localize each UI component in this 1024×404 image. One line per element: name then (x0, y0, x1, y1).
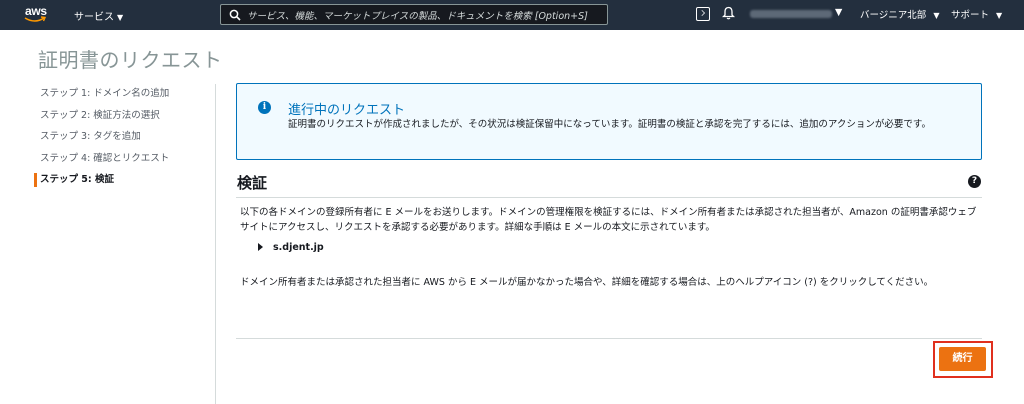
search-placeholder: サービス、機能、マーケットプレイスの製品、ドキュメントを検索 [Option+S… (247, 10, 588, 22)
support-menu[interactable]: サポート ▼ (951, 7, 1002, 21)
caret-down-icon: ▼ (996, 11, 1003, 20)
step-3-item[interactable]: ステップ 3: タグを追加 (34, 129, 216, 151)
account-name-blurred[interactable] (750, 10, 832, 18)
section-title: 検証 (237, 174, 268, 192)
region-selector[interactable]: バージニア北部 ▼ (860, 7, 940, 21)
help-icon[interactable]: ? (968, 175, 981, 188)
services-menu[interactable]: サービス ▼ (74, 8, 123, 23)
continue-button[interactable]: 続行 (939, 347, 986, 371)
alert-title: 進行中のリクエスト (288, 103, 406, 118)
step-2-item[interactable]: ステップ 2: 検証方法の選択 (34, 108, 216, 130)
bell-icon[interactable] (722, 6, 735, 20)
info-icon: i (258, 101, 271, 114)
caret-down-icon: ▼ (117, 13, 124, 22)
section-divider (236, 197, 982, 198)
step-4-item[interactable]: ステップ 4: 確認とリクエスト (34, 151, 216, 173)
info-alert: i 進行中のリクエスト 証明書のリクエストが作成されましたが、その状況は検証保留… (236, 83, 982, 160)
account-caret-icon[interactable]: ▼ (835, 7, 842, 18)
domain-name: s.djent.jp (273, 242, 324, 253)
alert-body: 証明書のリクエストが作成されましたが、その状況は検証保留中になっています。証明書… (288, 119, 931, 130)
verification-note: ドメイン所有者または承認された担当者に AWS から E メールが届かなかった場… (240, 277, 934, 288)
sidebar-divider (215, 84, 216, 404)
support-label: サポート (951, 10, 990, 21)
step-1-item[interactable]: ステップ 1: ドメイン名の追加 (34, 86, 216, 108)
verification-description: 以下の各ドメインの登録所有者に E メールをお送りします。ドメインの管理権限を検… (240, 207, 977, 233)
domain-expander[interactable]: s.djent.jp (258, 242, 324, 253)
step-5-item-active: ステップ 5: 検証 (34, 172, 216, 194)
aws-smile-icon (24, 16, 46, 22)
footer-divider (236, 338, 982, 339)
caret-down-icon: ▼ (933, 11, 940, 20)
top-navigation-bar: aws サービス ▼ サービス、機能、マーケットプレイスの製品、ドキュメントを検索… (0, 0, 1024, 30)
search-box[interactable]: サービス、機能、マーケットプレイスの製品、ドキュメントを検索 [Option+S… (220, 4, 608, 25)
services-label: サービス (74, 12, 114, 23)
caret-right-icon (258, 243, 263, 251)
search-icon (229, 9, 241, 21)
wizard-steps-nav: ステップ 1: ドメイン名の追加 ステップ 2: 検証方法の選択 ステップ 3:… (34, 86, 216, 194)
region-label: バージニア北部 (860, 10, 927, 21)
aws-logo[interactable]: aws (23, 4, 51, 26)
cloudshell-icon[interactable] (696, 7, 710, 21)
page-title: 証明書のリクエスト (38, 48, 223, 72)
